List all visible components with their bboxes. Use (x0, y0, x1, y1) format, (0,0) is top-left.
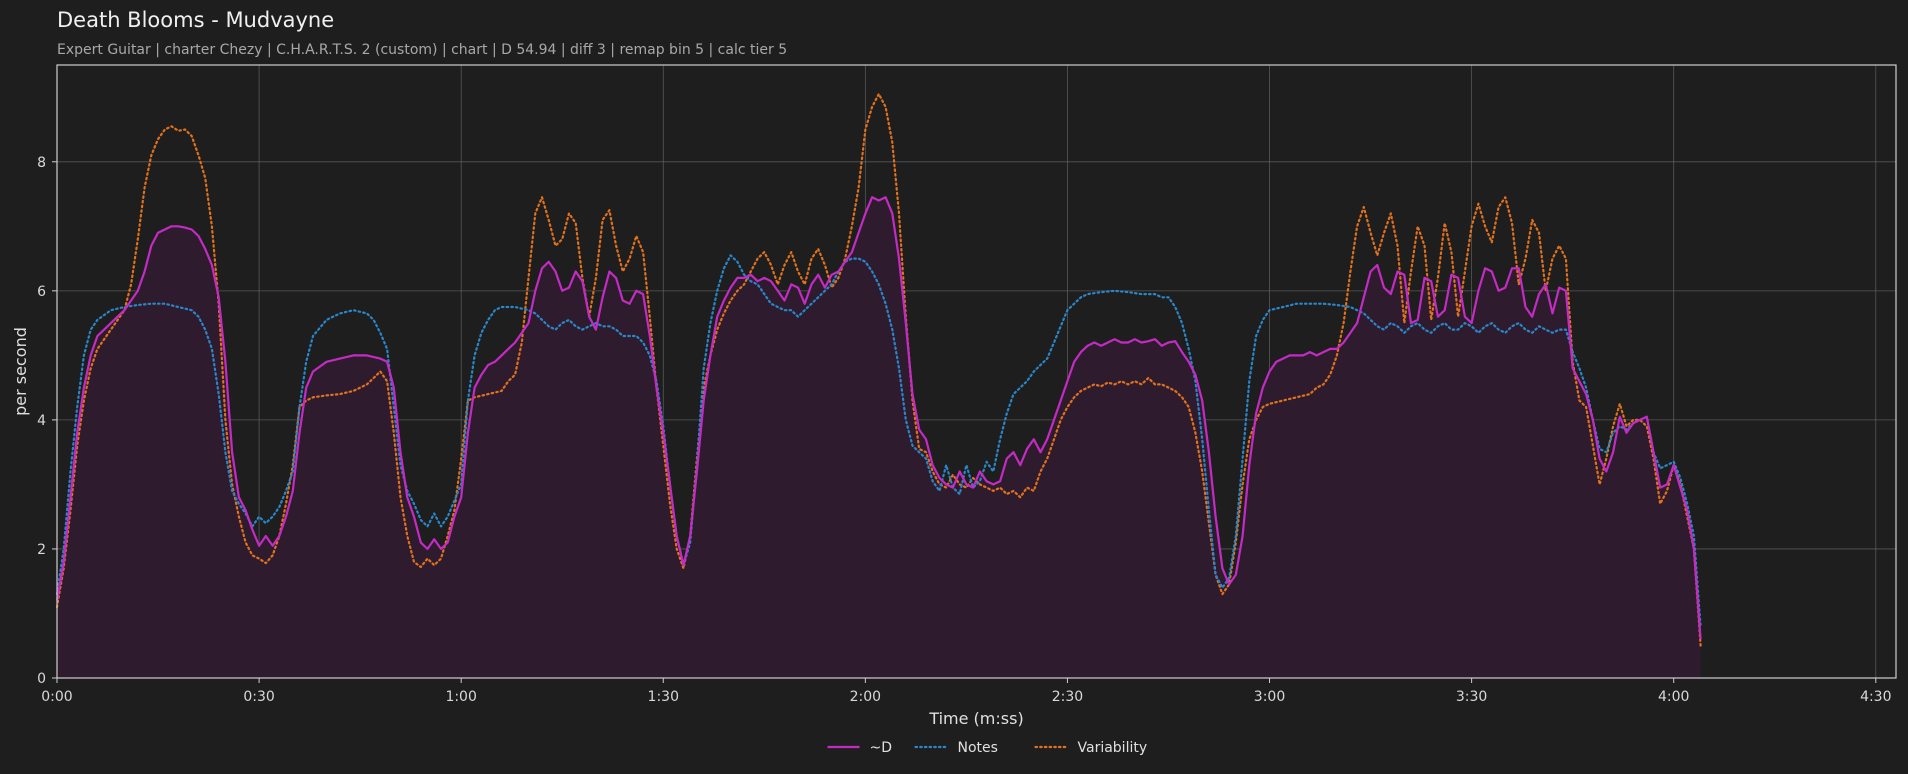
x-tick-label: 4:00 (1658, 689, 1689, 705)
chart-figure: Death Blooms - Mudvayne Expert Guitar | … (11, 8, 1897, 756)
x-tick-label: 4:30 (1860, 689, 1891, 705)
series-area-d (57, 197, 1701, 679)
x-tick-label: 2:00 (850, 689, 881, 705)
series-fill (57, 197, 1701, 679)
legend-label: Notes (958, 740, 998, 756)
x-tick-label: 1:00 (445, 689, 476, 705)
x-axis-label: Time (m:ss) (928, 709, 1023, 728)
x-tick-label: 3:30 (1456, 689, 1487, 705)
legend-label: Variability (1078, 740, 1148, 756)
y-tick-label: 2 (37, 542, 46, 558)
x-tick-label: 1:30 (648, 689, 679, 705)
legend-label: ~D (870, 740, 893, 756)
y-axis-ticks: 0 2 4 6 8 (37, 155, 57, 687)
x-tick-label: 3:00 (1254, 689, 1285, 705)
x-tick-label: 0:30 (243, 689, 274, 705)
x-tick-label: 0:00 (41, 689, 72, 705)
chart-subtitle: Expert Guitar | charter Chezy | C.H.A.R.… (57, 42, 787, 58)
x-tick-label: 2:30 (1052, 689, 1083, 705)
x-axis-ticks: 0:00 0:30 1:00 1:30 2:00 2:30 3:00 3:30 4:00 4:30 (41, 678, 1892, 705)
y-tick-label: 6 (37, 284, 46, 300)
y-axis-label: per second (11, 327, 30, 416)
legend: ~D Notes Variability (827, 740, 1148, 756)
y-tick-label: 8 (37, 155, 46, 171)
chart-title: Death Blooms - Mudvayne (57, 8, 334, 32)
y-tick-label: 4 (37, 413, 46, 429)
plot-area (55, 64, 1897, 679)
y-tick-label: 0 (37, 671, 46, 687)
